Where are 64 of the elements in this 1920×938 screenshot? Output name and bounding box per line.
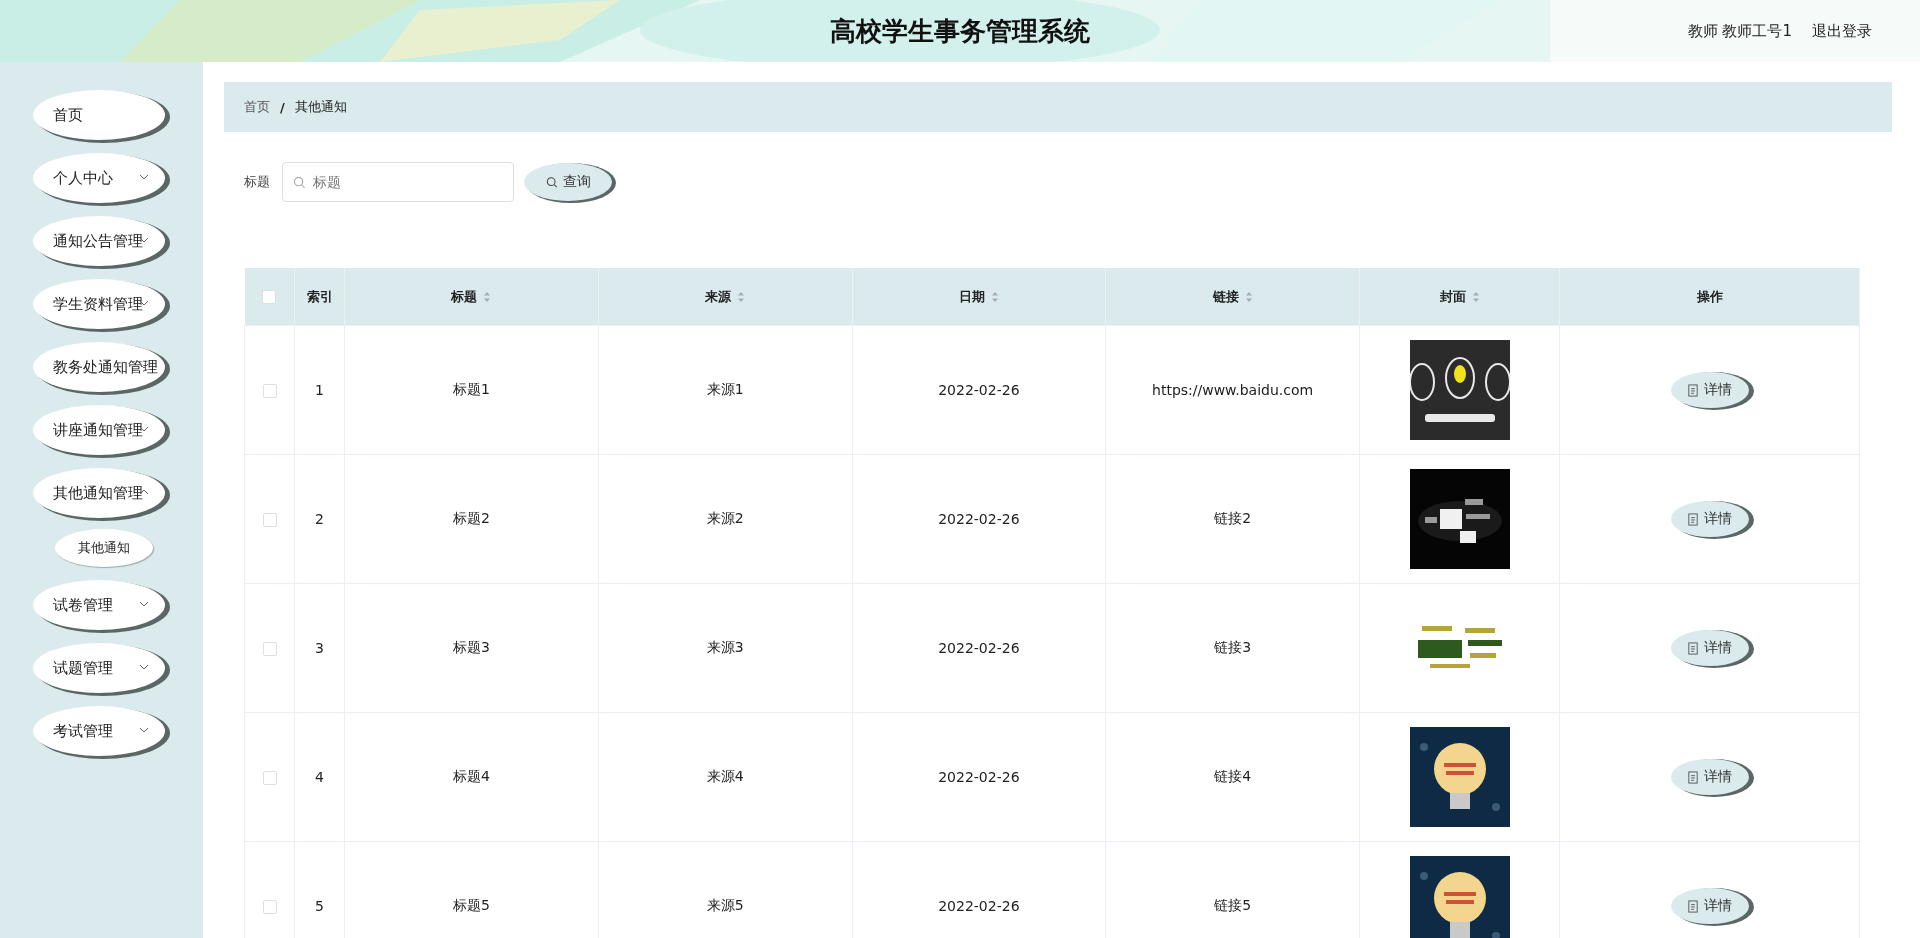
row-checkbox[interactable] xyxy=(262,513,277,527)
chevron-icon xyxy=(139,601,149,607)
chevron-icon xyxy=(139,174,149,180)
sort-icon[interactable] xyxy=(483,290,492,303)
select-all-checkbox[interactable] xyxy=(262,290,277,305)
app-title: 高校学生事务管理系统 xyxy=(830,14,1090,48)
breadcrumb-item[interactable]: 其他通知 xyxy=(294,98,347,116)
table-cell: 来源4 xyxy=(706,768,744,784)
document-icon xyxy=(1687,770,1699,784)
table-cell: 2022-02-26 xyxy=(938,382,1020,398)
chevron-icon xyxy=(139,727,149,733)
row-checkbox[interactable] xyxy=(262,642,277,656)
table-cell: 2022-02-26 xyxy=(938,769,1020,785)
table-cell: 标题5 xyxy=(452,897,490,913)
submenu-item[interactable]: 其他通知 xyxy=(55,529,153,567)
search-label: 标题 xyxy=(244,173,270,191)
column-header[interactable]: 标题 xyxy=(451,287,492,306)
row-checkbox[interactable] xyxy=(262,771,277,785)
table-cell: 1 xyxy=(315,382,324,398)
chevron-icon xyxy=(139,664,149,670)
column-header[interactable]: 封面 xyxy=(1439,287,1480,306)
table-cell: 2 xyxy=(315,511,324,527)
table-cell: 标题3 xyxy=(452,639,490,655)
table-cell: 3 xyxy=(315,640,324,656)
table-cell: 5 xyxy=(315,898,324,914)
logout-link[interactable]: 退出登录 xyxy=(1812,22,1872,41)
table-cell: 2022-02-26 xyxy=(938,640,1020,656)
table-cell: https://www.baidu.com xyxy=(1152,382,1314,398)
search-button[interactable]: 查询 xyxy=(524,163,612,201)
table-cell: 链接2 xyxy=(1214,510,1252,526)
breadcrumb-item[interactable]: 首页 xyxy=(244,98,270,116)
column-header[interactable]: 日期 xyxy=(958,287,999,306)
table-cell: 链接3 xyxy=(1214,639,1252,655)
table-cell: 4 xyxy=(315,769,324,785)
table-cell: 2022-02-26 xyxy=(938,511,1020,527)
sort-icon[interactable] xyxy=(737,290,746,303)
table-cell: 来源2 xyxy=(706,510,744,526)
table-cell: 标题2 xyxy=(452,510,490,526)
document-icon xyxy=(1687,383,1699,397)
column-header[interactable]: 操作 xyxy=(1696,287,1723,306)
search-icon xyxy=(293,176,306,189)
column-header[interactable]: 来源 xyxy=(705,287,746,306)
user-info: 教师 教师工号1 xyxy=(1687,22,1792,41)
column-header[interactable]: 链接 xyxy=(1212,287,1253,306)
row-checkbox[interactable] xyxy=(262,900,277,914)
breadcrumb-separator: / xyxy=(280,99,285,115)
sort-icon[interactable] xyxy=(990,290,999,303)
document-icon xyxy=(1687,899,1699,913)
row-checkbox[interactable] xyxy=(262,384,277,398)
table-cell: 来源1 xyxy=(706,381,744,397)
sort-icon[interactable] xyxy=(1244,290,1253,303)
table-cell: 2022-02-26 xyxy=(938,898,1020,914)
table-cell: 来源5 xyxy=(706,897,744,913)
sort-icon[interactable] xyxy=(1471,290,1480,303)
table-cell: 标题1 xyxy=(452,381,490,397)
table-cell: 链接5 xyxy=(1214,897,1252,913)
document-icon xyxy=(1687,641,1699,655)
search-field[interactable]: 标题 xyxy=(282,162,514,202)
search-icon xyxy=(545,175,558,189)
table-cell: 标题4 xyxy=(452,768,490,784)
table-cell: 来源3 xyxy=(706,639,744,655)
document-icon xyxy=(1687,512,1699,526)
table-cell: 链接4 xyxy=(1214,768,1252,784)
column-header[interactable]: 索引 xyxy=(306,287,333,306)
